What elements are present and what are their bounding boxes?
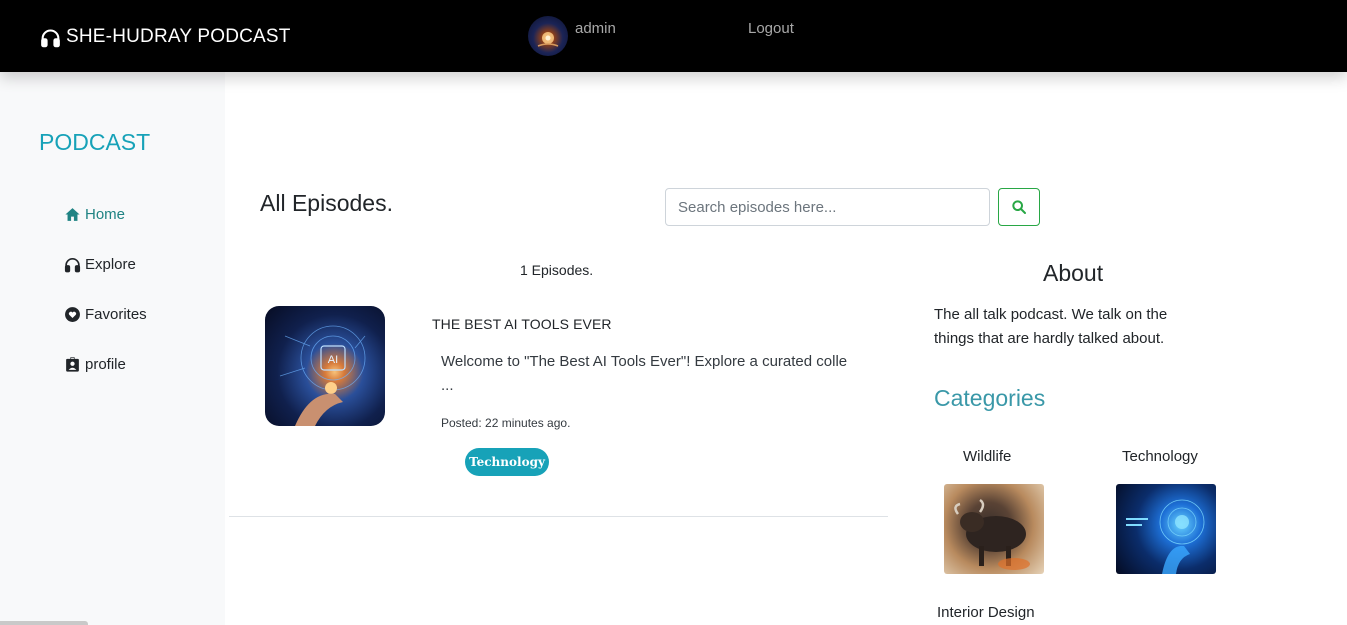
about-title: About xyxy=(1043,260,1104,286)
category-label-wildlife[interactable]: Wildlife xyxy=(963,448,1011,465)
search-button[interactable] xyxy=(998,188,1040,226)
headphones-icon xyxy=(41,29,60,47)
search-input[interactable] xyxy=(665,188,990,226)
episode-count: 1 Episodes. xyxy=(520,262,594,278)
id-badge-icon xyxy=(66,357,79,372)
categories-title: Categories xyxy=(934,385,1046,411)
sidebar-item-profile[interactable]: profile xyxy=(64,356,126,373)
category-badge[interactable]: Technology xyxy=(465,448,549,476)
logout-link[interactable]: Logout xyxy=(748,20,794,37)
brand-name: SHE-HUDRAY PODCAST xyxy=(66,26,291,47)
category-label-interior-design[interactable]: Interior Design xyxy=(937,604,1035,621)
sidebar: PODCAST Home Explore Favorites profile xyxy=(0,72,225,625)
sidebar-item-label: Explore xyxy=(85,256,136,273)
sidebar-item-label: profile xyxy=(85,356,126,373)
episode-posted-time: Posted: 22 minutes ago. xyxy=(441,416,571,430)
heart-icon xyxy=(65,307,80,322)
episode-title[interactable]: THE BEST AI TOOLS EVER xyxy=(432,316,612,332)
username[interactable]: admin xyxy=(575,20,616,37)
page-title: All Episodes. xyxy=(260,190,393,216)
sidebar-item-explore[interactable]: Explore xyxy=(64,256,136,273)
sidebar-item-label: Home xyxy=(85,206,126,223)
sidebar-item-home[interactable]: Home xyxy=(64,206,125,223)
sidebar-title: PODCAST xyxy=(39,129,151,155)
about-text: The all talk podcast. We talk on the thi… xyxy=(934,306,1168,347)
horizontal-scrollbar[interactable] xyxy=(0,621,88,625)
episode-thumbnail[interactable]: AI xyxy=(265,306,385,426)
sidebar-item-favorites[interactable]: Favorites xyxy=(64,306,147,323)
episode-description: Welcome to "The Best AI Tools Ever"! Exp… xyxy=(441,353,848,394)
brand-link[interactable]: SHE-HUDRAY PODCAST xyxy=(40,25,291,49)
headphones-icon xyxy=(64,257,81,273)
category-label-technology[interactable]: Technology xyxy=(1122,448,1198,465)
category-image-wildlife[interactable] xyxy=(944,484,1044,574)
avatar[interactable] xyxy=(528,16,568,56)
user-menu[interactable]: admin xyxy=(528,16,616,56)
divider xyxy=(229,516,888,517)
category-image-technology[interactable] xyxy=(1116,484,1216,574)
search-icon xyxy=(1012,200,1026,214)
top-navbar: SHE-HUDRAY PODCAST admin Logout xyxy=(0,0,1347,72)
sidebar-item-label: Favorites xyxy=(85,306,147,323)
home-icon xyxy=(65,208,80,221)
svg-text:AI: AI xyxy=(328,354,338,366)
